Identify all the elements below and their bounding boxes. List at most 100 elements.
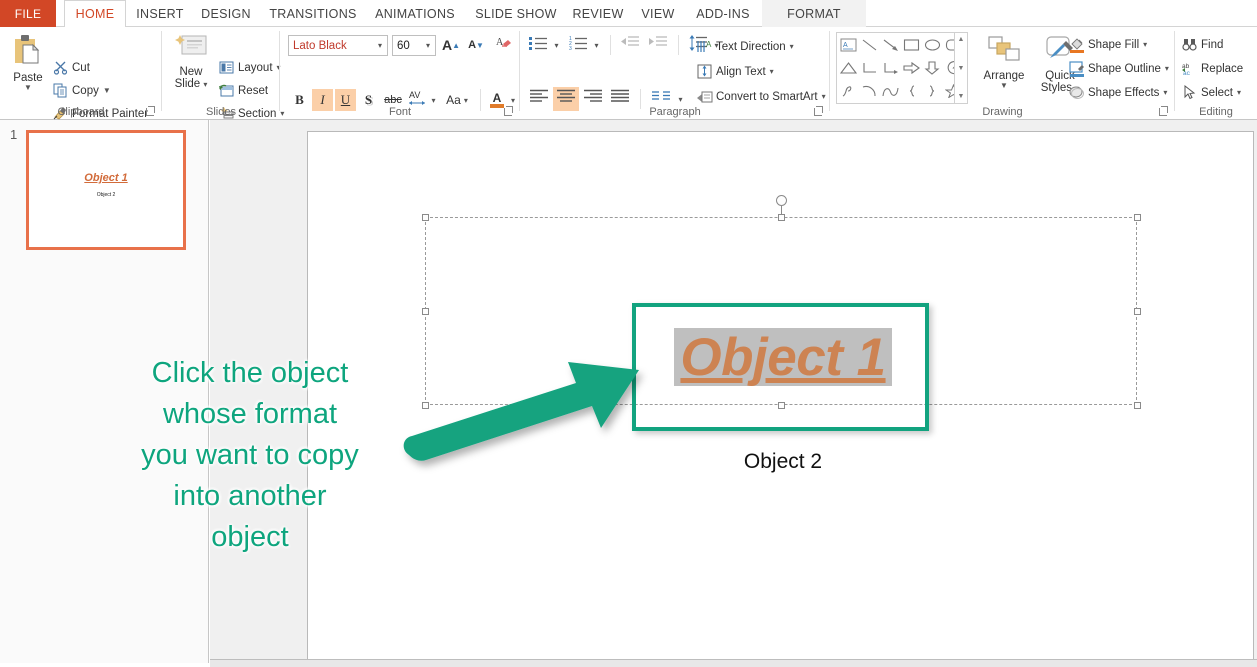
resize-handle-top-center[interactable] [778,214,785,221]
font-name-dropdown-caret[interactable]: ▾ [373,41,387,50]
select-dropdown-caret[interactable]: ▾ [1237,88,1241,97]
shape-elbow-arrow-connector-icon[interactable] [880,57,901,78]
resize-handle-bottom-right[interactable] [1134,402,1141,409]
resize-handle-top-left[interactable] [422,214,429,221]
shape-left-brace-icon[interactable] [901,80,922,101]
shape-outline-button[interactable]: Shape Outline ▾ [1068,59,1169,78]
shape-down-arrow-icon[interactable] [922,57,943,78]
resize-handle-middle-left[interactable] [422,308,429,315]
resize-handle-top-right[interactable] [1134,214,1141,221]
drawing-dialog-launcher[interactable] [1157,105,1169,117]
character-spacing-caret[interactable]: ▾ [432,96,436,105]
shape-triangle-icon[interactable] [838,57,859,78]
select-button[interactable]: Select ▾ [1181,83,1241,102]
shapes-scroll-up-icon[interactable]: ▲ [958,35,965,44]
layout-label: Layout [238,61,273,74]
shape-oval-icon[interactable] [922,34,943,55]
decrease-font-size-button[interactable]: A ▼ [465,34,487,56]
new-slide-button[interactable]: New Slide ▾ [168,33,214,91]
shapes-gallery[interactable]: A ▲ ▼ ▼ [836,32,968,104]
shape-arc-icon[interactable] [859,80,880,101]
text-direction-button[interactable]: A Text Direction ▾ [696,37,794,56]
increase-indent-button[interactable] [646,34,670,56]
arrange-button[interactable]: Arrange ▼ [978,35,1030,90]
cut-button[interactable]: Cut [52,58,90,77]
tab-design[interactable]: DESIGN [194,0,258,27]
font-size-dropdown-caret[interactable]: ▾ [421,41,435,50]
tab-home[interactable]: HOME [64,0,126,28]
numbering-button[interactable]: 1 2 3 [566,34,590,56]
tab-insert[interactable]: INSERT [130,0,190,27]
slide-canvas[interactable]: Object 1 Object 2 [307,131,1254,660]
decrease-indent-button[interactable] [618,34,642,56]
font-name-combobox[interactable]: Lato Black ▾ [288,35,388,56]
increase-font-size-button[interactable]: A ▲ [440,34,462,56]
shape-rectangle-icon[interactable] [901,34,922,55]
cursor-select-icon [1181,85,1198,101]
convert-to-smartart-button[interactable]: Convert to SmartArt ▾ [696,87,826,106]
shape-effects-button[interactable]: Shape Effects ▾ [1068,83,1167,102]
shape-fill-button[interactable]: Shape Fill ▾ [1068,35,1147,54]
slide-thumbnail-1[interactable]: Object 1 Object 2 [26,130,186,250]
shape-scribble-icon[interactable] [838,80,859,101]
shape-fill-caret[interactable]: ▾ [1143,40,1147,49]
arrange-dropdown-caret[interactable]: ▼ [1000,81,1008,90]
replace-button[interactable]: ab ac Replace [1181,59,1243,78]
resize-handle-middle-right[interactable] [1134,308,1141,315]
convert-smartart-caret[interactable]: ▾ [822,92,826,101]
slides-group-label: Slides [206,106,236,118]
object2-text[interactable]: Object 2 [643,450,923,474]
find-label: Find [1201,38,1224,51]
paragraph-dialog-launcher[interactable] [812,105,824,117]
font-name-value: Lato Black [293,39,347,52]
tab-add-ins[interactable]: ADD-INS [688,0,758,27]
shape-elbow-connector-icon[interactable] [859,57,880,78]
clear-formatting-button[interactable]: A [492,34,514,56]
align-text-caret[interactable]: ▾ [770,67,774,76]
rotation-handle[interactable] [776,195,787,206]
tab-slide-show[interactable]: SLIDE SHOW [468,0,564,27]
new-slide-label-1: New [179,66,203,78]
shape-line-icon[interactable] [859,34,880,55]
shapes-scroll-down-icon[interactable]: ▼ [958,64,965,73]
text-direction-caret[interactable]: ▾ [790,42,794,51]
shape-textbox-icon[interactable]: A [838,34,859,55]
tab-insert-label: INSERT [136,6,184,21]
svg-text:A: A [843,42,848,49]
change-case-caret[interactable]: ▾ [464,96,468,105]
tab-transitions[interactable]: TRANSITIONS [262,0,364,27]
shape-right-arrow-icon[interactable] [901,57,922,78]
shapes-gallery-scrollbar[interactable]: ▲ ▼ ▼ [954,33,967,103]
reset-button[interactable]: Reset [218,81,268,100]
shapes-more-icon[interactable]: ▼ [958,92,965,101]
paste-dropdown-caret[interactable]: ▼ [24,83,32,92]
font-dialog-launcher[interactable] [502,105,514,117]
tab-format[interactable]: FORMAT [762,0,866,27]
paste-button[interactable]: Paste ▼ [8,33,48,92]
tab-file[interactable]: FILE [0,0,56,27]
bullet-list-icon [528,35,548,56]
tab-review[interactable]: REVIEW [568,0,628,27]
shape-curve-icon[interactable] [880,80,901,101]
find-button[interactable]: Find [1181,35,1223,54]
tab-view[interactable]: VIEW [632,0,684,27]
tab-animations[interactable]: ANIMATIONS [366,0,464,27]
shape-arrow-icon[interactable] [880,34,901,55]
layout-button[interactable]: Layout ▾ [218,58,281,77]
strikethrough-label: abc [384,94,402,106]
new-slide-dropdown-caret[interactable]: ▾ [203,80,207,89]
paragraph-group-label: Paragraph [649,106,701,118]
font-size-combobox[interactable]: 60 ▾ [392,35,436,56]
clipboard-dialog-launcher[interactable] [144,105,156,117]
tab-format-label: FORMAT [787,6,841,21]
copy-dropdown-caret[interactable]: ▼ [103,86,111,95]
numbering-dropdown-caret[interactable]: ▾ [591,34,602,56]
bullets-button[interactable] [526,34,550,56]
shape-effects-caret[interactable]: ▾ [1163,88,1167,97]
bullets-dropdown-caret[interactable]: ▾ [551,34,562,56]
copy-button[interactable]: Copy ▼ [52,81,111,100]
shape-right-brace-icon[interactable] [922,80,943,101]
shape-outline-label: Shape Outline [1088,62,1161,75]
align-text-button[interactable]: Align Text ▾ [696,62,774,81]
shape-outline-caret[interactable]: ▾ [1165,64,1169,73]
